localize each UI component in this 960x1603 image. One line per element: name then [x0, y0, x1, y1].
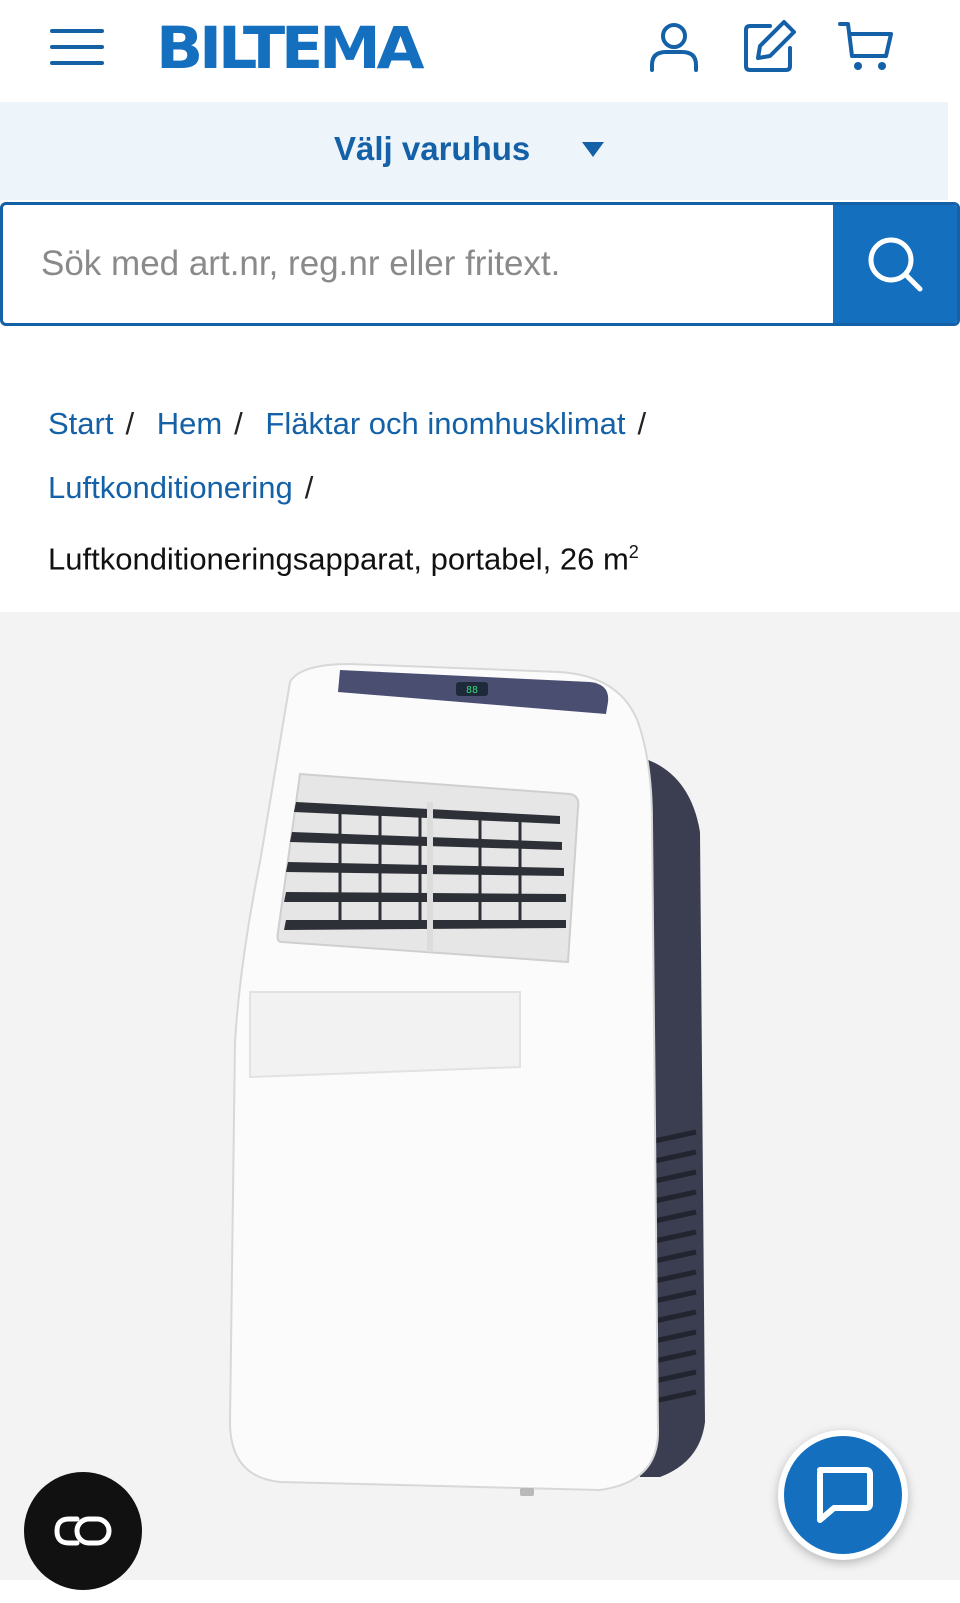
site-header: BILTEMA: [0, 0, 960, 102]
chat-icon: [817, 1467, 873, 1523]
store-selector-label: Välj varuhus: [334, 130, 531, 167]
store-selector[interactable]: Välj varuhus: [334, 130, 605, 168]
chat-button[interactable]: [778, 1430, 908, 1560]
search-input[interactable]: [41, 221, 821, 307]
portable-air-conditioner-image[interactable]: 88: [220, 662, 740, 1512]
breadcrumb-current: Luftkonditioneringsapparat, portabel, 26…: [48, 520, 908, 591]
cookie-settings-button[interactable]: [24, 1472, 142, 1590]
edit-icon[interactable]: [740, 16, 800, 76]
biltema-logo[interactable]: BILTEMA: [156, 14, 425, 82]
user-icon[interactable]: [644, 16, 704, 76]
breadcrumb-current-label: Luftkonditioneringsapparat, portabel, 26…: [48, 541, 629, 577]
breadcrumb-luftkonditionering[interactable]: Luftkonditionering: [48, 470, 293, 505]
svg-text:88: 88: [466, 685, 478, 696]
breadcrumb-separator: /: [304, 470, 314, 505]
search-bar: [0, 202, 960, 326]
store-selector-bar: Välj varuhus: [0, 102, 948, 200]
search-button[interactable]: [833, 205, 957, 323]
breadcrumb-separator: /: [125, 406, 135, 441]
caret-down-icon: [582, 141, 605, 157]
breadcrumb-separator: /: [234, 406, 243, 441]
breadcrumb-current-sup: 2: [628, 542, 639, 562]
menu-icon[interactable]: [48, 26, 106, 68]
breadcrumb-start[interactable]: Start: [48, 406, 113, 441]
breadcrumb-hem[interactable]: Hem: [157, 406, 222, 441]
breadcrumb: Start / Hem / Fläktar och inomhusklimat / L…: [48, 392, 908, 591]
cart-icon[interactable]: [836, 16, 896, 76]
cookie-settings-icon: [54, 1516, 112, 1546]
search-icon: [868, 237, 923, 292]
breadcrumb-flaktar[interactable]: Fläktar och inomhusklimat: [265, 406, 625, 441]
breadcrumb-separator: /: [637, 406, 647, 441]
